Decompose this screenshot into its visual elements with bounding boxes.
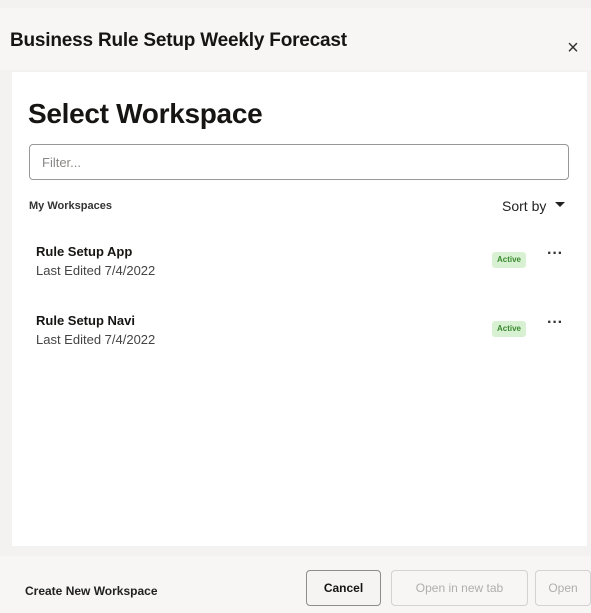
dialog-footer: Create New Workspace Cancel Open in new … bbox=[0, 556, 591, 613]
workspace-list-item[interactable]: Rule Setup Navi Last Edited 7/4/2022 Act… bbox=[36, 313, 576, 363]
sort-by-label: Sort by bbox=[502, 198, 547, 214]
more-actions-icon[interactable]: ··· bbox=[542, 246, 568, 266]
workspace-name: Rule Setup App bbox=[36, 244, 133, 259]
status-badge: Active bbox=[492, 321, 526, 337]
close-icon[interactable]: × bbox=[563, 38, 583, 58]
workspace-panel: Select Workspace My Workspaces Sort by R… bbox=[12, 72, 587, 546]
dialog-title: Business Rule Setup Weekly Forecast bbox=[10, 30, 347, 51]
create-new-workspace-link[interactable]: Create New Workspace bbox=[25, 584, 158, 598]
open-button[interactable]: Open bbox=[535, 570, 591, 606]
cancel-button[interactable]: Cancel bbox=[306, 570, 381, 606]
page-title: Select Workspace bbox=[28, 98, 263, 129]
status-badge: Active bbox=[492, 252, 526, 268]
workspace-list-item[interactable]: Rule Setup App Last Edited 7/4/2022 Acti… bbox=[36, 244, 576, 294]
my-workspaces-label: My Workspaces bbox=[29, 200, 112, 212]
caret-down-icon bbox=[555, 202, 566, 207]
workspace-last-edited: Last Edited 7/4/2022 bbox=[36, 263, 156, 278]
open-in-new-tab-button[interactable]: Open in new tab bbox=[391, 570, 528, 606]
select-workspace-dialog: Business Rule Setup Weekly Forecast × Se… bbox=[0, 0, 591, 613]
workspace-last-edited: Last Edited 7/4/2022 bbox=[36, 332, 156, 347]
more-actions-icon[interactable]: ··· bbox=[542, 315, 568, 335]
filter-input[interactable] bbox=[29, 144, 569, 180]
sort-by-dropdown[interactable]: Sort by bbox=[502, 198, 566, 214]
workspace-name: Rule Setup Navi bbox=[36, 313, 135, 328]
dialog-title-bar: Business Rule Setup Weekly Forecast × bbox=[0, 8, 591, 70]
